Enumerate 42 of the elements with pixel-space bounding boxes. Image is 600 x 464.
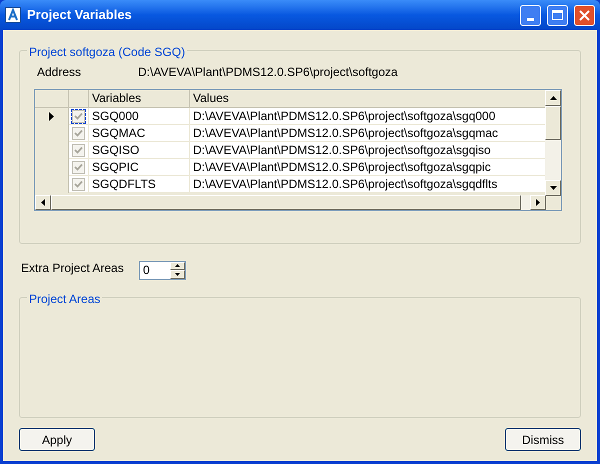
table-cell-text: D:\AVEVA\Plant\PDMS12.0.SP6\project\softgoza\sgqiso (192, 142, 492, 158)
close-button[interactable] (574, 4, 595, 26)
table-cell-text: D:\AVEVA\Plant\PDMS12.0.SP6\project\softgoza\sgqdflts (192, 176, 498, 192)
row-header[interactable] (35, 108, 69, 125)
close-icon (579, 10, 590, 20)
extra-areas-label: Extra Project Areas (20, 260, 125, 277)
table-cell-text: D:\AVEVA\Plant\PDMS12.0.SP6\project\softgoza\sgqmac (192, 125, 500, 141)
address-value: D:\AVEVA\Plant\PDMS12.0.SP6\project\softgoza (138, 64, 398, 81)
table-cell: SGQMAC (89, 125, 190, 141)
scroll-up-button[interactable] (545, 90, 561, 106)
table-cell: SGQDFLTS (89, 176, 190, 192)
checkbox[interactable] (72, 178, 85, 191)
up-arrow-icon (175, 264, 180, 267)
current-row-icon (49, 112, 54, 121)
window-title: Project Variables (27, 6, 133, 24)
scroll-thumb[interactable] (545, 106, 561, 140)
table-cell-text: D:\AVEVA\Plant\PDMS12.0.SP6\project\softgoza\sgq000 (192, 108, 496, 124)
address-label: Address (36, 64, 82, 81)
scroll-right-button[interactable] (530, 195, 546, 210)
right-arrow-icon (536, 199, 540, 206)
scroll-down-button[interactable] (545, 180, 561, 196)
maximize-button[interactable] (547, 4, 568, 26)
checkbox[interactable] (72, 144, 85, 157)
checkbox[interactable] (72, 110, 85, 123)
app-icon (5, 7, 21, 23)
minimize-button[interactable] (520, 4, 541, 26)
extra-areas-spinner[interactable]: 0 (139, 260, 186, 280)
table-cell-text: D:\AVEVA\Plant\PDMS12.0.SP6\project\softgoza\sgqpic (192, 159, 492, 175)
left-arrow-icon (41, 199, 45, 206)
spin-up-button[interactable] (170, 262, 185, 270)
down-arrow-icon (550, 186, 556, 190)
up-arrow-icon (550, 96, 556, 100)
checkbox[interactable] (72, 161, 85, 174)
dismiss-button[interactable]: Dismiss (505, 428, 581, 451)
table-cell: SGQISO (89, 142, 190, 158)
checkbox[interactable] (72, 127, 85, 140)
down-arrow-icon (175, 272, 180, 276)
scroll-thumb[interactable] (51, 195, 521, 210)
table-cell: SGQPIC (89, 159, 190, 175)
apply-button[interactable]: Apply (19, 428, 95, 451)
table-cell: SGQ000 (89, 108, 190, 124)
scroll-left-button[interactable] (35, 195, 51, 210)
